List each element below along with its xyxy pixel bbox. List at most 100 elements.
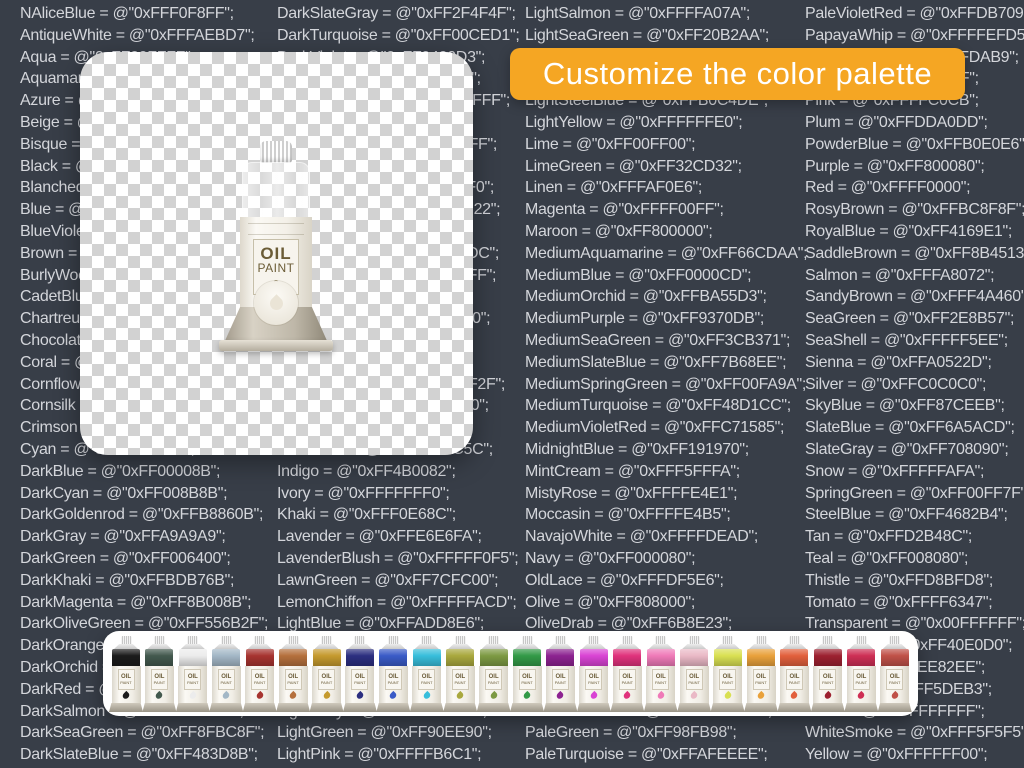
tube-label: OIL PAINT (451, 669, 469, 690)
color-code-line: LightGreen = @"0xFF90EE90"; (277, 724, 492, 742)
paint-drop-icon (656, 690, 666, 701)
palette-tube-forest-green[interactable]: OIL PAINT (510, 636, 545, 712)
tube-paint-color-band (847, 649, 876, 666)
palette-tube-navy[interactable]: OIL PAINT (342, 636, 377, 712)
palette-tube-dark-turquoise[interactable]: OIL PAINT (409, 636, 444, 712)
color-code-line: MediumOrchid = @"0xFFBA55D3"; (525, 288, 767, 306)
tube-body: OIL PAINT (111, 666, 141, 703)
tube-label: OIL PAINT (886, 669, 904, 690)
tube-label: OIL PAINT (719, 669, 737, 690)
color-code-line: RoyalBlue = @"0xFF4169E1"; (805, 222, 1013, 240)
palette-tube-black[interactable]: OIL PAINT (109, 636, 143, 712)
color-code-line: Indigo = @"0xFF4B0082"; (277, 462, 456, 480)
tube-paint-color-band (713, 649, 742, 666)
palette-tube-tomato[interactable]: OIL PAINT (777, 636, 812, 712)
palette-tube-royal-blue[interactable]: OIL PAINT (376, 636, 411, 712)
transparency-checkerboard-card: OIL PAINT (80, 52, 473, 455)
tube-paint-color-band (345, 649, 374, 666)
palette-tube-magenta[interactable]: OIL PAINT (576, 636, 611, 712)
color-code-line: SandyBrown = @"0xFFF4A460"; (805, 288, 1024, 306)
color-code-line: Sienna = @"0xFFA0522D"; (805, 353, 992, 371)
color-code-line: DarkSeaGreen = @"0xFF8FBC8F"; (20, 724, 265, 742)
oil-paint-tube-image: OIL PAINT (216, 141, 336, 353)
palette-tube-sienna[interactable]: OIL PAINT (276, 636, 311, 712)
tube-body: OIL PAINT (479, 666, 509, 703)
title-banner-label: Customize the color palette (542, 56, 933, 91)
color-code-line: MediumSeaGreen = @"0xFF3CB371"; (525, 331, 791, 349)
color-code-line: SlateBlue = @"0xFF6A5ACD"; (805, 419, 1015, 437)
tube-base (677, 703, 712, 712)
tube-base (409, 703, 444, 712)
tube-cap (788, 636, 800, 644)
tube-foot (219, 340, 333, 351)
palette-tube-crimson[interactable]: OIL PAINT (844, 636, 879, 712)
palette-tube-pink[interactable]: OIL PAINT (677, 636, 712, 712)
tube-cap (688, 636, 700, 644)
color-code-line: DarkBlue = @"0xFF00008B"; (20, 462, 221, 480)
palette-tube-dark-khaki[interactable]: OIL PAINT (443, 636, 478, 712)
paint-drop-icon (555, 690, 566, 701)
color-code-line: Moccasin = @"0xFFFFE4B5"; (525, 506, 731, 524)
tube-label: OIL PAINT (217, 669, 235, 690)
color-code-line: Linen = @"0xFFFAF0E6"; (525, 179, 703, 197)
color-code-line: MediumSlateBlue = @"0xFF7B68EE"; (525, 353, 787, 371)
color-code-line: Tan = @"0xFFD2B48C"; (805, 528, 973, 546)
tube-transparent-paint-area (242, 162, 310, 219)
color-code-line: MediumAquamarine = @"0xFF66CDAA"; (525, 244, 808, 262)
color-code-line: SteelBlue = @"0xFF4682B4"; (805, 506, 1008, 524)
palette-tube-yellow-green[interactable]: OIL PAINT (710, 636, 745, 712)
tube-paint-color-band (245, 649, 274, 666)
palette-tube-dark-goldenrod[interactable]: OIL PAINT (309, 636, 344, 712)
color-code-line: PaleVioletRed = @"0xFFDB7093"; (805, 5, 1024, 22)
palette-tube-purple[interactable]: OIL PAINT (543, 636, 578, 712)
color-code-line: Purple = @"0xFF800080"; (805, 157, 985, 175)
palette-tube-hot-pink[interactable]: OIL PAINT (643, 636, 678, 712)
tube-body: OIL PAINT (378, 666, 408, 703)
palette-tube-indian-red[interactable]: OIL PAINT (877, 636, 912, 712)
color-code-line: Red = @"0xFFFF0000"; (805, 179, 971, 197)
tube-base (276, 703, 311, 712)
paint-drop-icon (121, 690, 131, 701)
palette-tube-deep-pink[interactable]: OIL PAINT (610, 636, 645, 712)
tube-base (777, 703, 812, 712)
tube-label: OIL PAINT (585, 669, 603, 690)
color-code-line: LavenderBlush = @"0xFFFFF0F5"; (277, 549, 519, 567)
tube-body: OIL PAINT (445, 666, 475, 703)
color-code-line: Teal = @"0xFF008080"; (805, 549, 969, 567)
tube-label: OIL PAINT (117, 669, 135, 690)
tube-base (510, 703, 545, 712)
palette-tube-orange[interactable]: OIL PAINT (744, 636, 779, 712)
palette-tube-white[interactable]: OIL PAINT (175, 636, 210, 712)
tube-label: OIL PAINT (785, 669, 803, 690)
palette-tube-light-steel-blue[interactable]: OIL PAINT (209, 636, 244, 712)
color-code-line: PapayaWhip = @"0xFFFFEFD5"; (805, 26, 1024, 44)
color-code-line: Plum = @"0xFFDDA0DD"; (805, 113, 988, 131)
tube-body: OIL PAINT (312, 666, 342, 703)
color-code-line: Silver = @"0xFFC0C0C0"; (805, 375, 987, 393)
tube-cap (488, 636, 500, 644)
color-code-line: Ivory = @"0xFFFFFFF0"; (277, 484, 450, 502)
color-code-line: Magenta = @"0xFFFF00FF"; (525, 201, 724, 219)
paint-drop-icon (890, 690, 900, 701)
tube-paint-color-band (312, 649, 341, 666)
palette-tube-firebrick[interactable]: OIL PAINT (242, 636, 277, 712)
color-code-line: DarkSlateGray = @"0xFF2F4F4F"; (277, 5, 516, 22)
palette-tube-olive-drab[interactable]: OIL PAINT (476, 636, 511, 712)
palette-tube-dark-slate-gray[interactable]: OIL PAINT (142, 636, 177, 712)
color-code-line: Snow = @"0xFFFFFAFA"; (805, 462, 985, 480)
color-code-line: DarkSlateBlue = @"0xFF483D8B"; (20, 746, 258, 764)
tube-base (710, 703, 745, 712)
color-code-line: OldLace = @"0xFFFDF5E6"; (525, 571, 724, 589)
tube-label: OIL PAINT (351, 669, 369, 690)
paint-drop-icon (722, 690, 733, 701)
color-code-line: MistyRose = @"0xFFFFE4E1"; (525, 484, 738, 502)
tube-label-paint: PAINT (257, 261, 295, 275)
color-code-line: Olive = @"0xFF808000"; (525, 593, 695, 611)
tube-cap (187, 636, 199, 644)
palette-tube-dark-red[interactable]: OIL PAINT (810, 636, 845, 712)
tube-paint-color-band (446, 649, 475, 666)
tube-label: OIL PAINT (485, 669, 503, 690)
tube-label: OIL PAINT (184, 669, 202, 690)
tube-body: OIL PAINT (846, 666, 876, 703)
tube-paint-color-band (579, 649, 608, 666)
